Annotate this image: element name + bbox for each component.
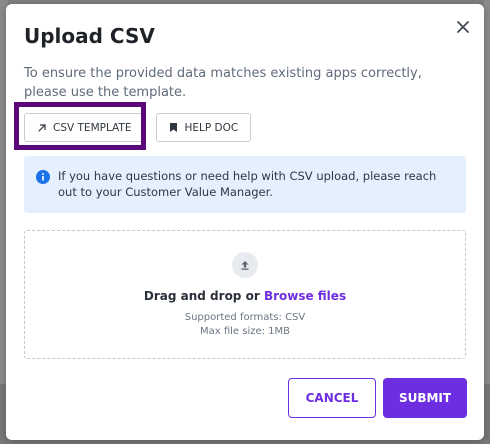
csv-template-button[interactable]: CSV TEMPLATE bbox=[24, 113, 145, 142]
upload-icon bbox=[241, 261, 249, 270]
info-banner: If you have questions or need help with … bbox=[24, 156, 466, 213]
help-doc-button[interactable]: HELP DOC bbox=[156, 113, 252, 142]
drag-drop-text: Drag and drop or bbox=[143, 289, 260, 303]
csv-template-label: CSV TEMPLATE bbox=[53, 121, 132, 134]
arrow-up-right-icon bbox=[38, 123, 46, 132]
file-requirements: Supported formats: CSV Max file size: 1M… bbox=[25, 311, 465, 339]
info-text: If you have questions or need help with … bbox=[58, 169, 437, 199]
info-icon bbox=[36, 170, 50, 184]
background-app-right bbox=[484, 0, 490, 444]
upload-csv-modal: Upload CSV To ensure the provided data m… bbox=[6, 4, 484, 440]
drop-instructions: Drag and drop or Browse files bbox=[25, 289, 465, 303]
upload-icon-wrapper bbox=[232, 252, 258, 278]
close-icon bbox=[457, 21, 469, 33]
close-button[interactable] bbox=[452, 16, 474, 38]
template-button-row: CSV TEMPLATE HELP DOC bbox=[24, 113, 252, 142]
modal-title: Upload CSV bbox=[24, 24, 155, 48]
bookmark-icon bbox=[170, 123, 178, 132]
submit-button[interactable]: SUBMIT bbox=[383, 378, 467, 418]
file-dropzone[interactable]: Drag and drop or Browse files Supported … bbox=[24, 230, 466, 359]
modal-description: To ensure the provided data matches exis… bbox=[24, 66, 422, 100]
cancel-button[interactable]: CANCEL bbox=[288, 378, 376, 418]
help-doc-label: HELP DOC bbox=[184, 121, 239, 134]
browse-files-link[interactable]: Browse files bbox=[264, 289, 346, 303]
supported-formats: Supported formats: CSV bbox=[184, 312, 306, 323]
max-file-size: Max file size: 1MB bbox=[199, 326, 291, 337]
